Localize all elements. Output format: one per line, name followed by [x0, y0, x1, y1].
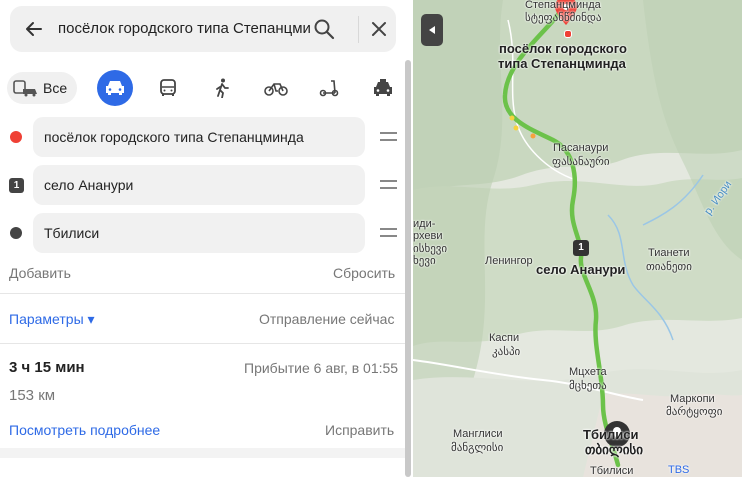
map-label-mtskheta: Мцхета	[569, 366, 607, 378]
taxi-icon	[374, 79, 392, 96]
map-label-pasanauri: Пасанаури	[553, 142, 609, 154]
mode-all-label: Все	[43, 80, 68, 96]
map-label-stepantsminda: Степанцминда	[525, 0, 601, 11]
route-panel: посёлок городского типа Степанцминда Все	[0, 0, 413, 477]
departure-time-button[interactable]: Отправление сейчас	[259, 311, 394, 327]
mode-bike-button[interactable]	[258, 70, 294, 106]
divider	[0, 293, 405, 294]
mode-scooter-button[interactable]	[311, 70, 347, 106]
transport-modes: Все	[0, 68, 413, 108]
route-duration: 3 ч 15 мин	[9, 359, 85, 376]
close-icon[interactable]	[370, 20, 388, 38]
search-divider	[358, 16, 359, 43]
route-point-end-label: Тбилиси	[44, 225, 100, 241]
map-label-start-1: посёлок городского	[499, 41, 627, 56]
map-label-khevi-geo-2: ხევი	[413, 255, 436, 267]
map-label-kaspi: Каспи	[489, 332, 520, 344]
reset-link[interactable]: Сбросить	[333, 265, 395, 281]
mode-car-button[interactable]	[97, 70, 133, 106]
start-point-marker	[10, 131, 22, 143]
map-label-martkopi: Маркопи	[670, 393, 715, 405]
map-label-tbilisi: Тбилиси	[583, 427, 639, 442]
map-label-martkopi-geo: მარტყოფი	[666, 406, 723, 418]
car-icon	[106, 81, 124, 95]
map-label-ananuri: село Ананури	[536, 262, 626, 277]
search-box[interactable]: посёлок городского типа Степанцминда	[10, 6, 396, 52]
drag-handle-icon[interactable]	[380, 180, 397, 190]
mode-taxi-button[interactable]	[365, 70, 401, 106]
route-distance: 153 км	[9, 387, 56, 404]
route-details-link[interactable]: Посмотреть подробнее	[9, 422, 160, 438]
scooter-icon	[319, 80, 339, 97]
map-label-tbilisi-geo: თბილისი	[585, 442, 643, 457]
bus-icon	[160, 79, 176, 96]
map-label-manglisi-geo: მანგლისი	[451, 442, 504, 454]
map-label-khevi: иди-	[413, 218, 436, 230]
map-label-tbilisi-bottom: Тбилиси	[590, 465, 634, 477]
waypoint-number-badge: 1	[9, 178, 24, 193]
route-point-waypoint-label: село Ананури	[44, 177, 134, 193]
mode-bus-button[interactable]	[150, 70, 186, 106]
bicycle-icon	[264, 83, 288, 96]
walk-icon	[216, 78, 229, 98]
waypoint-map-marker[interactable]: 1	[573, 240, 589, 256]
drag-handle-icon[interactable]	[380, 228, 397, 238]
route-point-waypoint[interactable]: село Ананури	[33, 165, 365, 205]
map-label-leningor: Ленингор	[485, 255, 533, 267]
map[interactable]: Степанцминда სტეფანწმინდა посёлок городс…	[413, 0, 742, 477]
map-label-mtskheta-geo: მცხეთა	[569, 380, 607, 392]
route-point-start[interactable]: посёлок городского типа Степанцминда	[33, 117, 365, 157]
search-input[interactable]: посёлок городского типа Степанцминда	[58, 20, 310, 37]
map-label-pasanauri-geo: ფასანაური	[552, 156, 610, 168]
end-point-marker	[10, 227, 22, 239]
map-label-airport: TBS	[668, 464, 690, 476]
map-label-manglisi: Манглиси	[453, 428, 503, 440]
parameters-dropdown[interactable]: Параметры ▾	[9, 311, 95, 328]
add-point-link[interactable]: Добавить	[9, 265, 71, 281]
scrollbar[interactable]	[405, 60, 411, 477]
route-fix-link[interactable]: Исправить	[325, 422, 394, 438]
divider	[0, 343, 405, 344]
search-icon[interactable]	[313, 18, 335, 40]
mode-all-button[interactable]: Все	[7, 72, 77, 104]
map-label-start-2: типа Степанцминда	[498, 56, 626, 71]
route-point-start-label: посёлок городского типа Степанцминда	[44, 129, 304, 145]
section-gap	[0, 448, 405, 458]
drag-handle-icon[interactable]	[380, 132, 397, 142]
map-label-stepantsminda-geo: სტეფანწმინდა	[525, 12, 602, 24]
route-arrival: Прибытие 6 авг, в 01:55	[244, 360, 399, 376]
start-point-dot	[564, 30, 572, 38]
mode-walk-button[interactable]	[204, 70, 240, 106]
map-label-kaspi-geo: კასპი	[492, 346, 521, 358]
collapse-panel-button[interactable]	[421, 14, 443, 46]
map-label-tianeti: Тианети	[648, 247, 690, 259]
car-bus-icon	[13, 80, 37, 97]
back-arrow-icon[interactable]	[24, 19, 44, 39]
map-label-tianeti-geo: თიანეთი	[646, 261, 692, 273]
route-point-end[interactable]: Тбилиси	[33, 213, 365, 253]
map-label-khevi-2: рхеви	[413, 230, 443, 242]
